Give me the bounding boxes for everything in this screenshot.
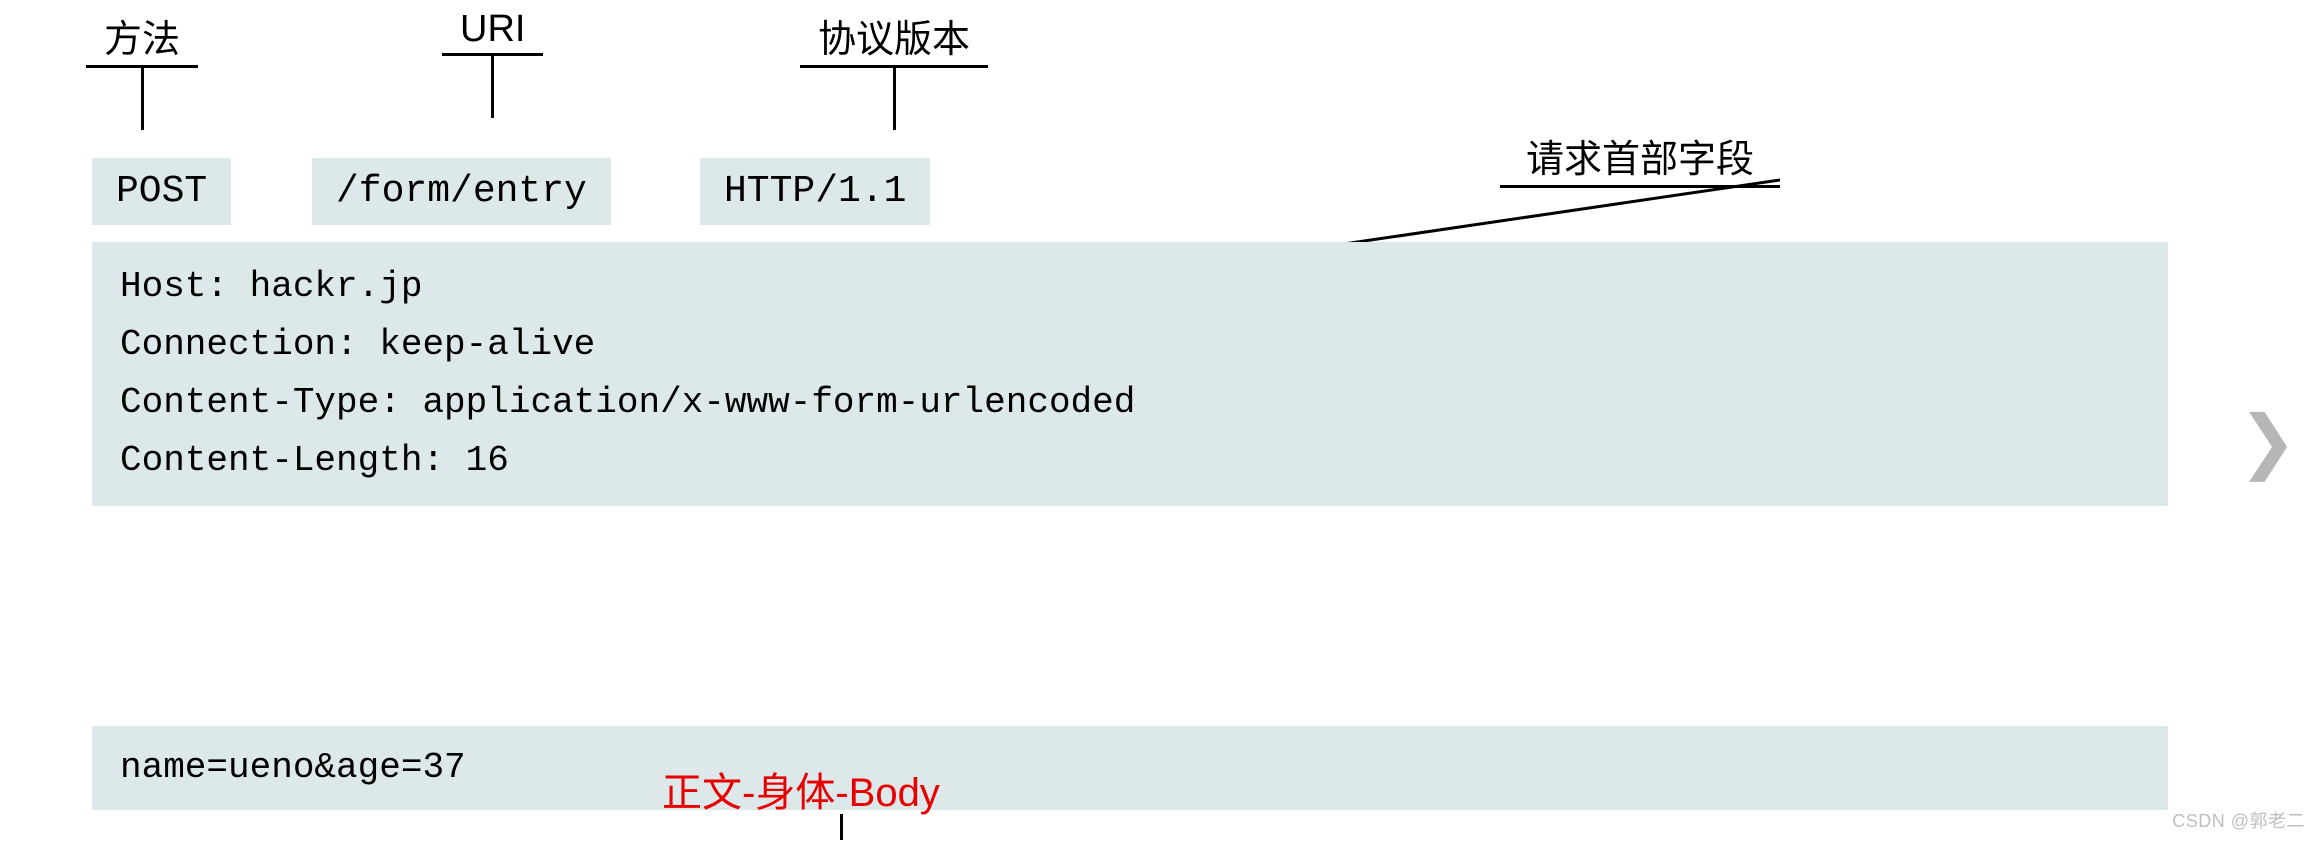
chip-method: POST xyxy=(92,158,231,225)
label-uri-text: URI xyxy=(442,8,543,56)
connector-stem xyxy=(840,814,843,840)
watermark-text: CSDN @郭老二 xyxy=(2172,811,2305,831)
chip-method-text: POST xyxy=(116,170,207,213)
block-headers: Host: hackr.jp Connection: keep-alive Co… xyxy=(92,242,2168,506)
label-header-fields-text: 请求首部字段 xyxy=(1500,128,1780,188)
label-body-annotation-text: 正文-身体-Body xyxy=(662,771,940,815)
chip-version-text: HTTP/1.1 xyxy=(724,170,906,213)
connector-stem xyxy=(491,56,494,118)
chevron-right-icon[interactable]: ❯ xyxy=(2238,400,2297,482)
connector-stem xyxy=(141,68,144,130)
connector-stem xyxy=(893,68,896,130)
chip-uri: /form/entry xyxy=(312,158,611,225)
block-body: name=ueno&age=37 xyxy=(92,726,2168,810)
block-headers-text: Host: hackr.jp Connection: keep-alive Co… xyxy=(120,266,1135,481)
label-body-annotation: 正文-身体-Body xyxy=(662,760,940,818)
label-version: 协议版本 xyxy=(800,8,988,130)
label-uri: URI xyxy=(442,8,543,118)
chip-uri-text: /form/entry xyxy=(336,170,587,213)
label-version-text: 协议版本 xyxy=(800,8,988,68)
watermark: CSDN @郭老二 xyxy=(2172,807,2305,833)
block-body-text: name=ueno&age=37 xyxy=(120,747,466,788)
label-method: 方法 xyxy=(86,8,198,130)
label-method-text: 方法 xyxy=(86,8,198,68)
chip-version: HTTP/1.1 xyxy=(700,158,930,225)
label-header-fields: 请求首部字段 xyxy=(1500,128,1780,188)
